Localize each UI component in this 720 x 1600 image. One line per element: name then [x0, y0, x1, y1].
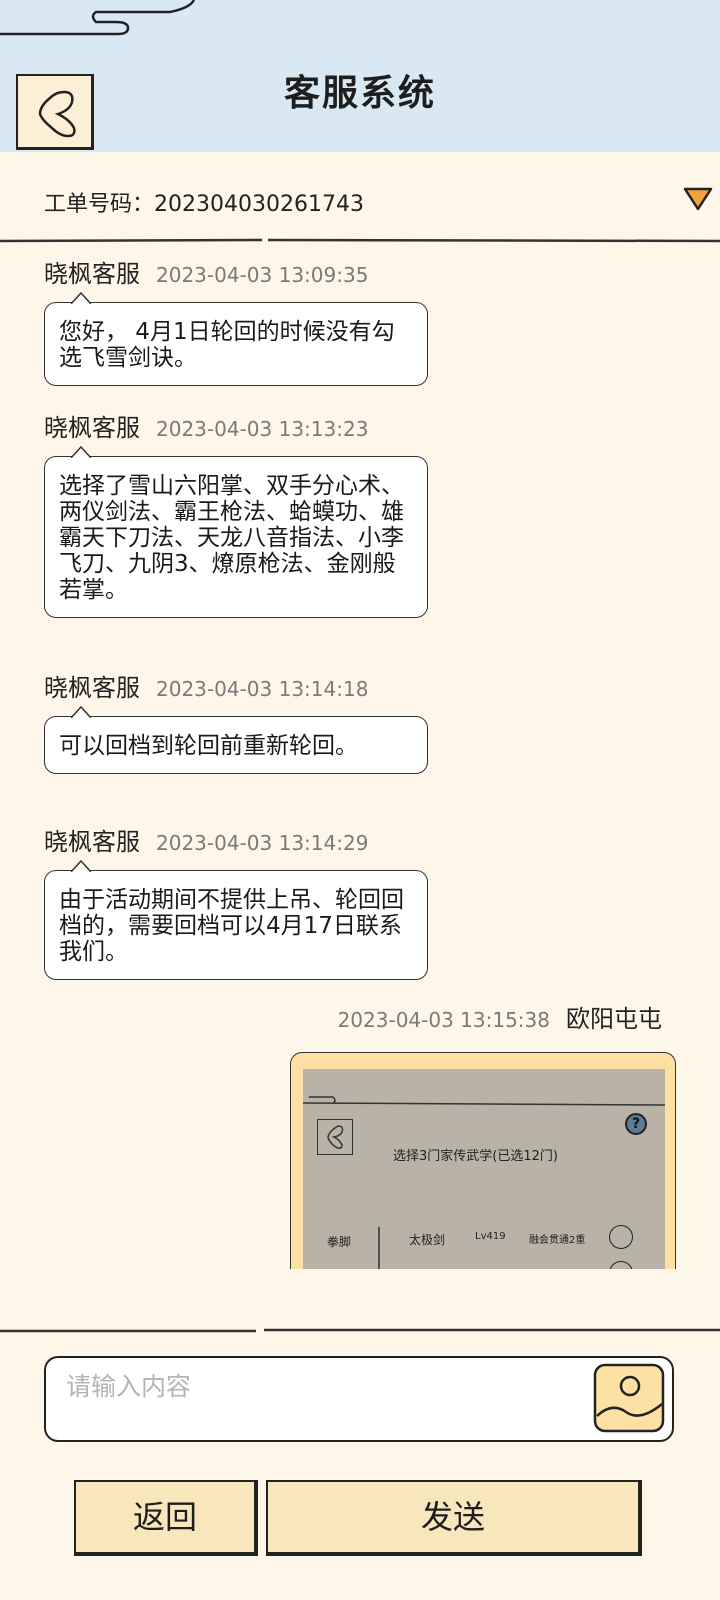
help-icon: ?: [625, 1113, 647, 1135]
message-item: 晓枫客服 2023-04-03 13:14:29 由于活动期间不提供上吊、轮回回…: [44, 822, 428, 980]
ticket-value: 202304030261743: [154, 192, 364, 217]
message-time: 2023-04-03 13:14:29: [156, 831, 369, 855]
back-text-button[interactable]: 返回: [74, 1480, 258, 1556]
message-sender: 晓枫客服: [44, 260, 140, 288]
message-time: 2023-04-03 13:14:18: [156, 677, 369, 701]
screenshot-header-line: [303, 1096, 665, 1106]
message-sender: 欧阳屯屯: [566, 1005, 662, 1033]
my-message-header: 2023-04-03 13:15:38 欧阳屯屯: [338, 999, 662, 1034]
screenshot-skill-level: Lv419: [475, 1231, 506, 1242]
message-text: 由于活动期间不提供上吊、轮回回档的，需要回档可以4月17日联系我们。: [59, 887, 404, 965]
message-sender: 晓枫客服: [44, 828, 140, 856]
ticket-number: 工单号码：202304030261743: [44, 186, 364, 218]
bubble-tail: [71, 860, 91, 872]
message-input[interactable]: [66, 1368, 566, 1404]
message-time: 2023-04-03 13:13:23: [156, 417, 369, 441]
chat-area[interactable]: 晓枫客服 2023-04-03 13:09:35 您好， 4月1日轮回的时候没有…: [0, 244, 720, 1269]
screenshot-skill-name: 太极剑: [409, 1233, 446, 1247]
bubble-tail: [71, 446, 91, 458]
message-sender: 晓枫客服: [44, 414, 140, 442]
message-bubble: 由于活动期间不提供上吊、轮回回档的，需要回档可以4月17日联系我们。: [44, 860, 428, 980]
message-text: 您好， 4月1日轮回的时候没有勾选飞雪剑诀。: [59, 319, 395, 371]
message-item: 晓枫客服 2023-04-03 13:13:23 选择了雪山六阳掌、双手分心术、…: [44, 408, 428, 618]
screenshot-category: 拳脚: [327, 1235, 352, 1249]
divider-bottom: [0, 1328, 720, 1333]
image-upload-icon[interactable]: [592, 1362, 666, 1434]
message-bubble: 您好， 4月1日轮回的时候没有勾选飞雪剑诀。: [44, 292, 428, 386]
bubble-tail: [71, 292, 91, 304]
page-title: 客服系统: [283, 73, 436, 114]
screenshot-separator: [378, 1227, 380, 1269]
image-message-bubble[interactable]: ? 选择3门家传武学(已选12门) 拳脚 太极剑 Lv419 融会贯通2重: [290, 1052, 676, 1269]
message-text: 可以回档到轮回前重新轮回。: [59, 733, 358, 759]
dropdown-triangle-icon[interactable]: [683, 186, 713, 212]
message-bubble: 可以回档到轮回前重新轮回。: [44, 706, 428, 774]
message-bubble: 选择了雪山六阳掌、双手分心术、两仪剑法、霸王枪法、蛤蟆功、雄霸天下刀法、天龙八音…: [44, 446, 428, 618]
screenshot-title: 选择3门家传武学(已选12门): [393, 1149, 558, 1164]
send-button[interactable]: 发送: [266, 1480, 642, 1556]
message-item: 晓枫客服 2023-04-03 13:09:35 您好， 4月1日轮回的时候没有…: [44, 254, 428, 386]
message-sender: 晓枫客服: [44, 674, 140, 702]
bubble-tail: [71, 706, 91, 718]
cloud-decoration-icon: [0, 0, 196, 36]
message-input-box[interactable]: [44, 1356, 674, 1442]
message-time: 2023-04-03 13:09:35: [156, 263, 369, 287]
ticket-label: 工单号码：: [44, 192, 155, 217]
screenshot-image[interactable]: ? 选择3门家传武学(已选12门) 拳脚 太极剑 Lv419 融会贯通2重: [303, 1069, 665, 1269]
message-time: 2023-04-03 13:15:38: [337, 1008, 550, 1032]
screenshot-back-icon: [317, 1119, 353, 1155]
screenshot-skill-state: 融会贯通2重: [529, 1235, 586, 1246]
screenshot-radio: [609, 1261, 633, 1269]
header-bar: 客服系统: [0, 0, 720, 152]
message-item: 晓枫客服 2023-04-03 13:14:18 可以回档到轮回前重新轮回。: [44, 668, 428, 774]
message-text: 选择了雪山六阳掌、双手分心术、两仪剑法、霸王枪法、蛤蟆功、雄霸天下刀法、天龙八音…: [59, 473, 404, 603]
screenshot-radio: [609, 1225, 633, 1249]
